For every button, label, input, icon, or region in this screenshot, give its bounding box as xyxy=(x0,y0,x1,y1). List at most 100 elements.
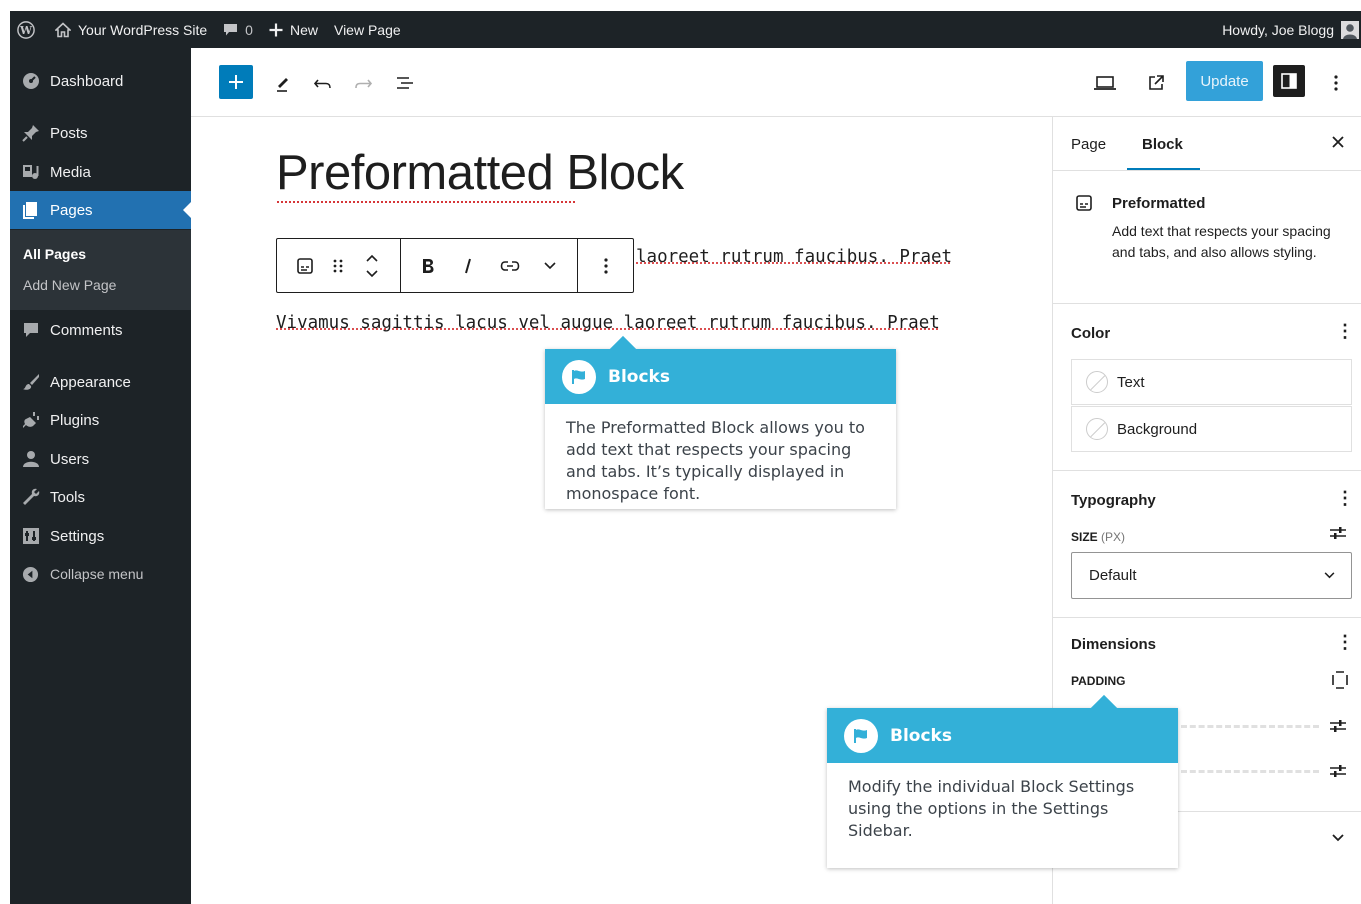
more-rich-text-button[interactable] xyxy=(535,239,565,292)
custom-size-button[interactable] xyxy=(1328,524,1348,542)
wordpress-logo-button[interactable]: W xyxy=(10,11,43,48)
block-options-button[interactable] xyxy=(589,239,623,292)
divider xyxy=(1053,617,1361,618)
chevron-down-icon xyxy=(1324,572,1335,579)
preformatted-line-2[interactable]: Vivamus sagittis lacus vel augue laoreet… xyxy=(276,313,940,333)
view-page-label: View Page xyxy=(333,21,401,38)
external-link-icon xyxy=(1149,75,1164,90)
settings-sliders-icon xyxy=(1330,527,1346,539)
divider xyxy=(1053,303,1361,304)
tab-block[interactable]: Block xyxy=(1142,136,1183,153)
comments-count: 0 xyxy=(245,21,253,38)
submenu-add-new-page[interactable]: Add New Page xyxy=(23,277,116,293)
menu-label: Media xyxy=(50,163,91,181)
move-up-down-buttons[interactable] xyxy=(355,239,389,292)
preview-button[interactable] xyxy=(1091,69,1119,97)
flag-icon xyxy=(562,359,596,394)
dimensions-panel-title[interactable]: Dimensions xyxy=(1071,636,1156,653)
typography-options-button[interactable]: ⋮ xyxy=(1336,488,1354,509)
menu-item-dashboard[interactable]: Dashboard xyxy=(10,62,191,100)
view-page-button[interactable] xyxy=(1142,69,1170,97)
menu-item-tools[interactable]: Tools xyxy=(10,478,191,516)
view-page-link[interactable]: View Page xyxy=(326,11,409,48)
preformatted-text: laoreet rutrum faucibus. Praet xyxy=(636,247,953,267)
document-overview-button[interactable] xyxy=(393,71,417,95)
home-icon xyxy=(55,21,71,37)
menu-item-settings[interactable]: Settings xyxy=(10,517,191,555)
menu-label: Appearance xyxy=(50,373,131,391)
add-block-button[interactable] xyxy=(219,65,253,99)
preformatted-line-1[interactable]: laoreet rutrum faucibus. Praet xyxy=(636,247,952,267)
undo-icon xyxy=(313,79,331,89)
box-sides-icon xyxy=(1332,671,1348,689)
link-button[interactable] xyxy=(493,239,527,292)
wrench-icon xyxy=(21,488,40,507)
callout-text: The Preformatted Block allows you to add… xyxy=(566,418,865,503)
color-background-option[interactable]: Background xyxy=(1071,406,1352,452)
users-icon xyxy=(21,450,40,469)
settings-sliders-icon xyxy=(1330,765,1346,777)
padding-slider-track[interactable] xyxy=(1181,725,1319,728)
color-options-button[interactable]: ⋮ xyxy=(1336,321,1354,342)
collapse-menu-button[interactable]: Collapse menu xyxy=(10,555,191,593)
block-type-button[interactable] xyxy=(285,239,325,292)
post-title[interactable]: Preformatted Block xyxy=(276,145,684,201)
svg-text:W: W xyxy=(19,24,33,37)
plug-icon xyxy=(21,411,40,430)
account-menu[interactable]: Howdy, Joe Blogg xyxy=(1214,11,1361,48)
empty-color-swatch-icon xyxy=(1086,371,1108,393)
unlink-sides-button[interactable] xyxy=(1331,671,1349,689)
tab-page[interactable]: Page xyxy=(1071,136,1106,153)
block-card-title: Preformatted xyxy=(1112,195,1206,212)
font-size-select[interactable]: Default xyxy=(1071,552,1352,599)
options-menu-button[interactable] xyxy=(1329,69,1343,97)
color-option-label: Text xyxy=(1117,373,1145,391)
site-name-link[interactable]: Your WordPress Site xyxy=(43,11,215,48)
bold-icon xyxy=(423,258,434,273)
menu-item-pages[interactable]: Pages xyxy=(10,191,191,229)
margin-custom-button[interactable] xyxy=(1328,762,1348,780)
menu-item-comments[interactable]: Comments xyxy=(10,311,191,349)
bold-button[interactable] xyxy=(413,239,443,292)
color-option-label: Background xyxy=(1117,420,1198,438)
new-content-link[interactable]: New xyxy=(261,11,326,48)
settings-sidebar-toggle[interactable] xyxy=(1273,65,1305,97)
menu-item-appearance[interactable]: Appearance xyxy=(10,363,191,401)
flag-icon xyxy=(844,718,878,753)
comments-link[interactable]: 0 xyxy=(215,11,261,48)
color-panel-title[interactable]: Color xyxy=(1071,325,1110,342)
menu-item-media[interactable]: Media xyxy=(10,153,191,191)
typography-panel-title[interactable]: Typography xyxy=(1071,492,1156,509)
new-label: New xyxy=(289,21,318,38)
tools-button[interactable] xyxy=(271,71,295,95)
dimensions-options-button[interactable]: ⋮ xyxy=(1336,632,1354,653)
block-card-description: Add text that respects your spacing and … xyxy=(1112,223,1331,260)
site-name: Your WordPress Site xyxy=(78,21,208,38)
undo-button[interactable] xyxy=(311,71,335,95)
redo-icon xyxy=(355,79,373,89)
redo-button[interactable] xyxy=(351,71,375,95)
pages-submenu: All Pages Add New Page xyxy=(10,230,191,310)
pin-icon xyxy=(21,124,40,143)
menu-item-users[interactable]: Users xyxy=(10,440,191,478)
list-view-icon xyxy=(397,77,413,89)
advanced-panel-toggle[interactable] xyxy=(1332,834,1344,842)
menu-item-plugins[interactable]: Plugins xyxy=(10,401,191,439)
submenu-all-pages[interactable]: All Pages xyxy=(23,246,86,262)
spellcheck-underline xyxy=(277,201,575,203)
sidebar-icon xyxy=(1281,73,1297,89)
menu-item-posts[interactable]: Posts xyxy=(10,114,191,152)
drag-handle-icon xyxy=(333,259,343,272)
kebab-icon xyxy=(604,257,608,274)
update-button[interactable]: Update xyxy=(1186,61,1263,101)
media-icon xyxy=(21,163,40,182)
close-sidebar-button[interactable] xyxy=(1331,135,1349,153)
margin-slider-track[interactable] xyxy=(1181,770,1319,773)
admin-bar: W Your WordPress Site 0 New View Page Ho… xyxy=(10,11,1361,48)
drag-handle[interactable] xyxy=(325,239,351,292)
padding-custom-button[interactable] xyxy=(1328,717,1348,735)
italic-button[interactable] xyxy=(453,239,483,292)
empty-color-swatch-icon xyxy=(1086,418,1108,440)
size-unit: (PX) xyxy=(1101,530,1126,544)
color-text-option[interactable]: Text xyxy=(1071,359,1352,405)
